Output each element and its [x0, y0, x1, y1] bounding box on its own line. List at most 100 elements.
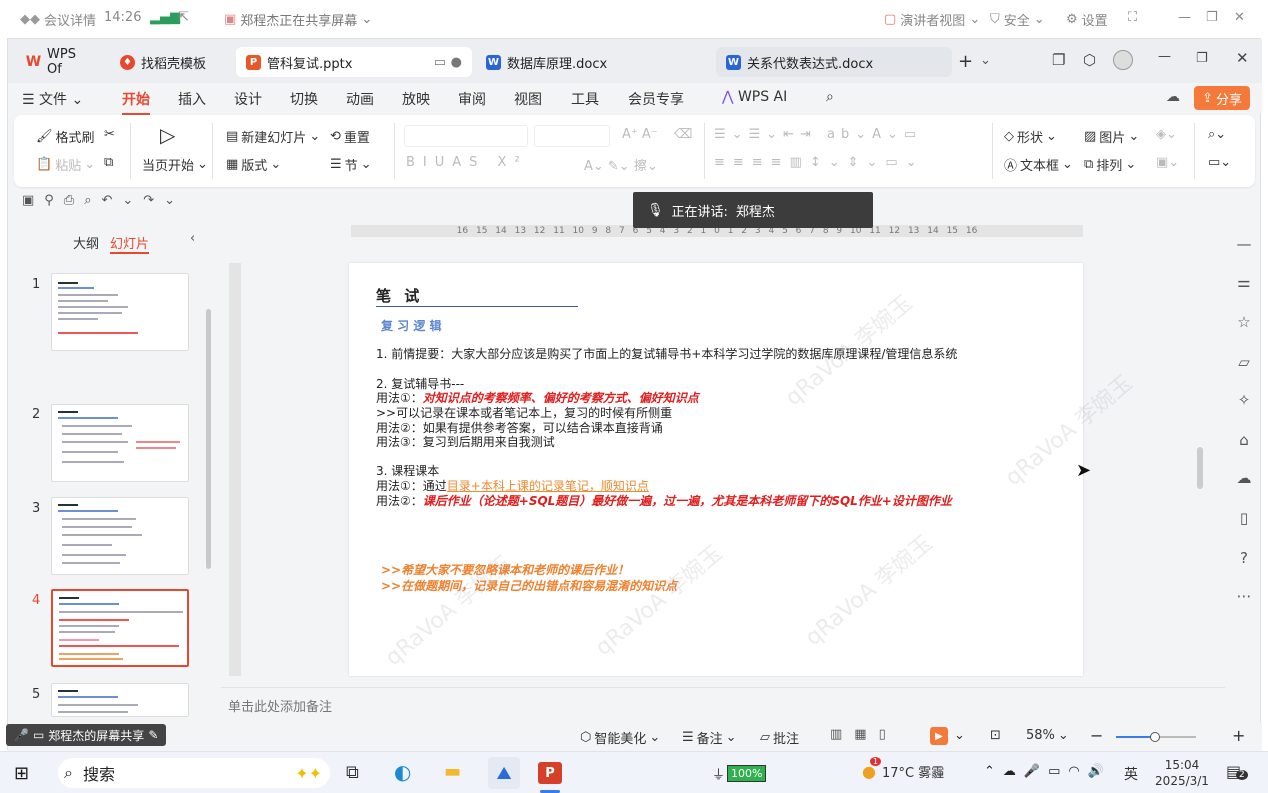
canvas-scrollbar[interactable] [1197, 447, 1203, 489]
picture-button[interactable]: ▨ 图片 ⌄ [1084, 127, 1139, 146]
slide[interactable]: 笔 试 复 习 逻 辑 1. 前情提要：大家大部分应该是购买了市面上的复试辅导书… [349, 263, 1137, 676]
beautify-button[interactable]: ⬡ 智能美化 ⌄ [580, 728, 660, 747]
menu-member[interactable]: 会员专享 [628, 89, 684, 109]
slide-thumbnail-5[interactable] [51, 683, 189, 717]
zoom-select[interactable]: 58% ⌄ [1026, 728, 1069, 743]
settings-button[interactable]: ⚙ 设置 [1066, 10, 1108, 29]
restore-icon[interactable]: ❐ [1206, 10, 1218, 25]
new-tab-plus-icon[interactable]: + [958, 51, 973, 72]
help-icon[interactable]: ? [1235, 549, 1253, 567]
comment-icon[interactable]: ▱ [1235, 353, 1253, 371]
fullscreen-icon[interactable]: ⛶ [1128, 10, 1137, 25]
tab-docx-database[interactable]: W 数据库原理.docx [476, 47, 712, 77]
fill-icon[interactable]: ◈⌄ [1156, 127, 1177, 142]
book-icon[interactable]: ▯ [1235, 509, 1253, 527]
menu-review[interactable]: 审阅 [458, 89, 486, 109]
zoom-out-icon[interactable]: − [1090, 726, 1103, 745]
windows-start-icon[interactable]: ⊞ [14, 763, 29, 784]
collapse-panel-icon[interactable]: ‹ [190, 231, 195, 246]
slide-thumbnail-1[interactable] [51, 273, 189, 351]
quick-access-icons[interactable]: ▣⚲⎙⌕↶⌄↷⌄ [22, 193, 185, 208]
font-grow-icon[interactable]: A⁺ A⁻ [622, 127, 658, 142]
adjust-icon[interactable]: ⚌ [1235, 273, 1253, 291]
find-icon[interactable]: ⌕⌄ [1208, 127, 1226, 142]
slide-thumbnail-3[interactable] [51, 497, 189, 575]
close-icon[interactable]: ✕ [1234, 10, 1245, 25]
file-menu[interactable]: ☰ 文件 ⌄ [22, 89, 83, 109]
minimize-icon[interactable]: — [1158, 49, 1171, 64]
edge-icon[interactable]: ◐ [394, 760, 411, 784]
font-color-icon[interactable]: A⌄ ✎⌄ 擦⌄ [584, 155, 658, 174]
reset-button[interactable]: ⟲ 重置 [330, 127, 370, 146]
slides-tab[interactable]: 幻灯片 [110, 233, 150, 254]
window-list-icon[interactable]: ❐ [1052, 51, 1065, 69]
restore-icon[interactable]: ❐ [1196, 51, 1208, 66]
cloud-icon[interactable]: ☁ [1235, 469, 1253, 487]
panel-scrollbar[interactable] [206, 309, 211, 569]
shirt-icon[interactable]: ⌂ [1235, 431, 1253, 449]
cube-icon[interactable]: ⬡ [1083, 51, 1096, 69]
zoom-in-icon[interactable]: + [1232, 726, 1245, 745]
tools-icon[interactable]: ✧ [1235, 391, 1253, 409]
tab-docx-algebra[interactable]: W 关系代数表达式.docx [716, 47, 952, 77]
notes-button[interactable]: ☰ 备注 ⌄ [682, 728, 737, 747]
font-name-select[interactable] [404, 125, 528, 147]
list-icons[interactable]: ☰⌄☰⌄⇤⇥ ab⌄A⌄▭ [714, 127, 922, 142]
text-format-icons[interactable]: BIUAS X² [406, 155, 528, 170]
font-size-select[interactable] [534, 125, 610, 147]
outline-tab[interactable]: 大纲 [73, 233, 99, 252]
screen-share-indicator[interactable]: 🎤 ▭ 郑程杰的屏幕共享 ✎ [6, 724, 166, 746]
star-icon[interactable]: ☆ [1235, 313, 1253, 331]
tab-templates[interactable]: ♦ 找稻壳模板 [110, 47, 232, 77]
zoom-slider[interactable] [1116, 732, 1196, 742]
section-button[interactable]: ☰ 节 ⌄ [330, 155, 372, 174]
unsaved-dot-icon[interactable]: ● [451, 55, 462, 70]
close-icon[interactable]: ✕ [1236, 49, 1249, 67]
chevron-down-icon[interactable]: ⌄ [980, 53, 991, 68]
ime-indicator[interactable]: 英 [1124, 764, 1138, 784]
chevron-down-icon[interactable]: ⌄ [954, 728, 965, 743]
comment-button[interactable]: ▱ 批注 [760, 728, 799, 747]
wps-ppt-icon[interactable]: P [538, 762, 562, 784]
format-painter-button[interactable]: 🖌 格式刷 [36, 127, 95, 146]
minimize-panel-icon[interactable]: — [1235, 235, 1253, 253]
minimize-icon[interactable]: — [1178, 10, 1191, 25]
new-slide-button[interactable]: ▤ 新建幻灯片 ⌄ [226, 127, 320, 146]
menu-slideshow[interactable]: 放映 [402, 89, 430, 109]
slide-thumbnail-4[interactable] [51, 589, 189, 667]
play-from-current-button[interactable]: 当页开始 ⌄ [142, 155, 208, 174]
battery-indicator[interactable]: ⏚ 100% [712, 764, 767, 783]
slideshow-play-icon[interactable]: ▶ [930, 727, 948, 745]
system-tray-icons[interactable]: ⌃☁🎤▭◠🔊 [984, 764, 1112, 779]
paste-button[interactable]: 📋 粘贴 ⌄ [36, 155, 95, 174]
avatar[interactable] [1113, 50, 1133, 70]
menu-transition[interactable]: 切换 [290, 89, 318, 109]
menu-tools[interactable]: 工具 [571, 89, 599, 109]
play-icon[interactable]: ▷ [160, 123, 175, 147]
cut-icon[interactable]: ✂ [104, 127, 115, 142]
eraser-icon[interactable]: ⌫ [674, 127, 692, 142]
layout-button[interactable]: ▦ 版式 ⌄ [226, 155, 281, 174]
search-icon[interactable]: ⌕ [826, 89, 834, 105]
sharing-status[interactable]: ▣ 郑程杰正在共享屏幕 ⌄ [224, 10, 372, 29]
select-icon[interactable]: ▭⌄ [1208, 155, 1231, 170]
notes-area[interactable]: 单击此处添加备注 [221, 687, 1225, 717]
clock[interactable]: 15:04 2025/3/1 [1154, 757, 1210, 789]
tab-pptx[interactable]: P 管科复试.pptx ▭ ● [236, 47, 472, 77]
notification-icon[interactable]: ▤ 2 [1226, 762, 1248, 781]
search-box[interactable]: ⌕ 搜索 ✦✦ [58, 758, 330, 788]
outline-icon[interactable]: ▣⌄ [1156, 155, 1179, 170]
tab-wps-office[interactable]: W WPS Of [16, 47, 104, 77]
textbox-button[interactable]: Ⓐ 文本框 ⌄ [1004, 155, 1073, 174]
view-mode-icons[interactable]: ▥▦▯ [830, 727, 898, 742]
security-button[interactable]: ⛉ 安全 ⌄ [990, 10, 1045, 29]
zoom-slider-thumb[interactable] [1150, 732, 1160, 742]
fit-window-icon[interactable]: ⊡ [990, 728, 1001, 743]
meeting-details[interactable]: ◆◆ 会议详情 [20, 10, 96, 29]
menu-insert[interactable]: 插入 [178, 89, 206, 109]
cloud-upload-icon[interactable]: ☁ [1166, 89, 1180, 105]
arrange-button[interactable]: ⧉ 排列 ⌄ [1084, 155, 1136, 174]
menu-view[interactable]: 视图 [514, 89, 542, 109]
meeting-app-icon[interactable]: ⛰ [488, 757, 520, 789]
shape-button[interactable]: ◇ 形状 ⌄ [1004, 127, 1057, 146]
